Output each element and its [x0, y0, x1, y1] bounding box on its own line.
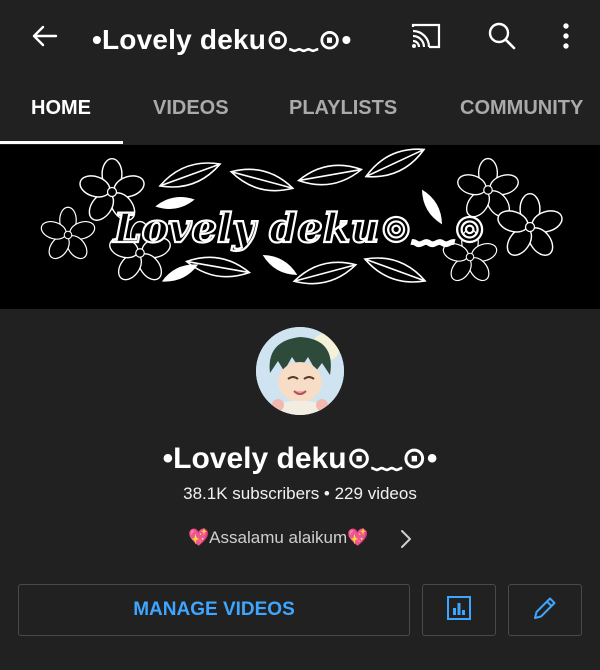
- active-tab-indicator: [0, 141, 123, 144]
- banner-logo-text: Lovely deku⊙﹏⊙: [112, 205, 486, 252]
- channel-banner: Lovely deku⊙﹏⊙: [0, 145, 600, 309]
- top-app-bar: •Lovely deku⊙﹏⊙•: [0, 0, 600, 72]
- channel-stats: 38.1K subscribers • 229 videos: [183, 484, 417, 503]
- avatar[interactable]: [256, 327, 344, 415]
- edit-channel-button[interactable]: [508, 584, 582, 636]
- cast-icon[interactable]: [408, 18, 444, 54]
- more-vert-icon[interactable]: [548, 18, 584, 54]
- chevron-right-icon[interactable]: [398, 528, 414, 555]
- edit-icon: [531, 594, 559, 627]
- channel-description-row[interactable]: 💖Assalamu alaikum💖: [0, 524, 600, 554]
- tab-videos[interactable]: VIDEOS: [153, 72, 229, 144]
- back-arrow-icon[interactable]: [26, 18, 62, 54]
- channel-tabs: HOME VIDEOS PLAYLISTS COMMUNITY: [0, 72, 600, 144]
- analytics-icon: [446, 595, 472, 626]
- channel-description: 💖Assalamu alaikum💖: [188, 528, 369, 547]
- channel-title: •Lovely deku⊙﹏⊙•: [92, 24, 352, 55]
- channel-name: •Lovely deku⊙﹏⊙•: [162, 442, 438, 475]
- tab-community[interactable]: COMMUNITY: [460, 72, 583, 144]
- tab-home[interactable]: HOME: [31, 72, 91, 144]
- manage-videos-button[interactable]: MANAGE VIDEOS: [18, 584, 410, 636]
- tab-playlists[interactable]: PLAYLISTS: [289, 72, 397, 144]
- analytics-button[interactable]: [422, 584, 496, 636]
- search-icon[interactable]: [484, 18, 520, 54]
